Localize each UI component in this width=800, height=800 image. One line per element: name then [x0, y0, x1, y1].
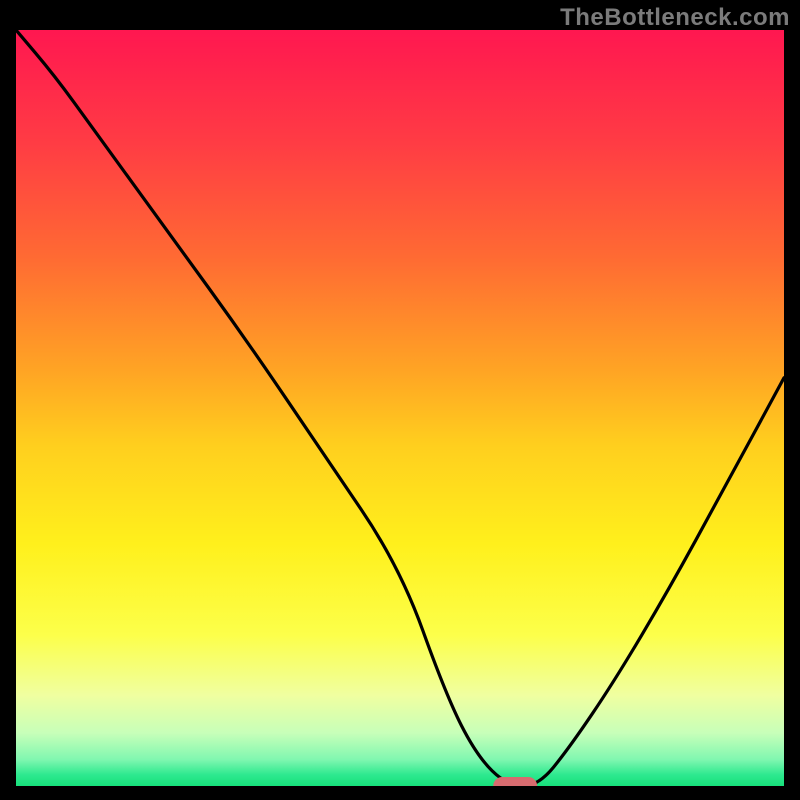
gradient-background: [16, 30, 784, 786]
chart-stage: TheBottleneck.com: [0, 0, 800, 800]
chart-svg: [16, 30, 784, 786]
chart-plot-area: [16, 30, 784, 786]
watermark-label: TheBottleneck.com: [560, 4, 790, 32]
optimal-point-marker: [493, 777, 537, 786]
